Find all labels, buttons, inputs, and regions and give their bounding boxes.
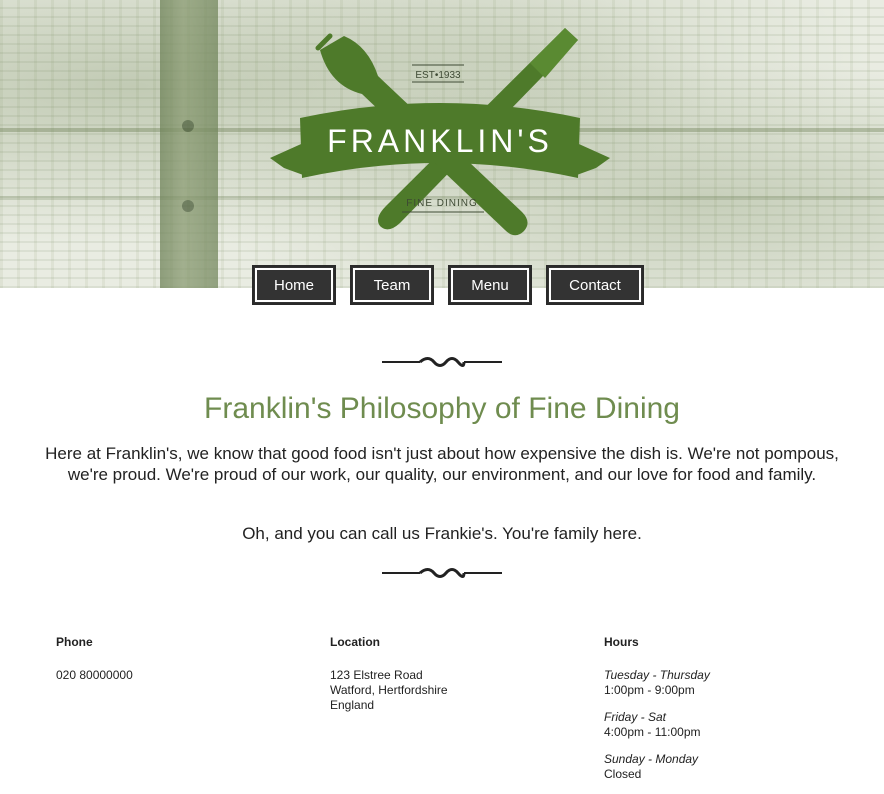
hours-column: Hours Tuesday - Thursday 1:00pm - 9:00pm… [604, 635, 844, 794]
phone-heading: Phone [56, 635, 93, 649]
phone-column: Phone 020 80000000 [56, 635, 296, 683]
established-text: EST•1933 [415, 70, 461, 81]
nav-home-button[interactable]: Home [252, 265, 336, 305]
main-nav: Home Team Menu Contact [252, 265, 644, 305]
intro-paragraph: Here at Franklin's, we know that good fo… [45, 444, 839, 484]
address-line: 123 Elstree Road [330, 668, 423, 682]
location-heading: Location [330, 635, 380, 649]
hours-days: Sunday - Monday [604, 752, 699, 766]
hours-heading: Hours [604, 635, 639, 649]
hours-block: Friday - Sat 4:00pm - 11:00pm [604, 710, 844, 740]
bolt [182, 120, 194, 132]
hero-banner: FRANKLIN'S EST•1933 FINE DINING [0, 0, 884, 288]
location-column: Location 123 Elstree Road Watford, Hertf… [330, 635, 570, 713]
franklins-logo: FRANKLIN'S EST•1933 FINE DINING [270, 28, 610, 236]
phone-number: 020 80000000 [56, 668, 133, 682]
nav-team-button[interactable]: Team [350, 265, 434, 305]
metal-strap [160, 0, 218, 288]
bolt [182, 200, 194, 212]
page-title: Franklin's Philosophy of Fine Dining [204, 392, 680, 425]
hours-days: Tuesday - Thursday [604, 668, 710, 682]
nav-contact-button[interactable]: Contact [546, 265, 644, 305]
address-line: England [330, 698, 375, 712]
ornament-divider-icon [382, 568, 502, 578]
hours-days: Friday - Sat [604, 710, 667, 724]
hours-time: Closed [604, 767, 642, 781]
hours-time: 1:00pm - 9:00pm [604, 683, 695, 697]
hours-block: Sunday - Monday Closed [604, 752, 844, 782]
ornament-divider-icon [382, 357, 502, 367]
hours-time: 4:00pm - 11:00pm [604, 725, 701, 739]
family-note: Oh, and you can call us Frankie's. You'r… [242, 524, 642, 543]
nav-menu-button[interactable]: Menu [448, 265, 532, 305]
hours-block: Tuesday - Thursday 1:00pm - 9:00pm [604, 668, 844, 698]
address-line: Watford, Hertfordshire [330, 683, 448, 697]
tagline-text: FINE DINING [406, 198, 478, 209]
brand-name: FRANKLIN'S [327, 123, 553, 159]
